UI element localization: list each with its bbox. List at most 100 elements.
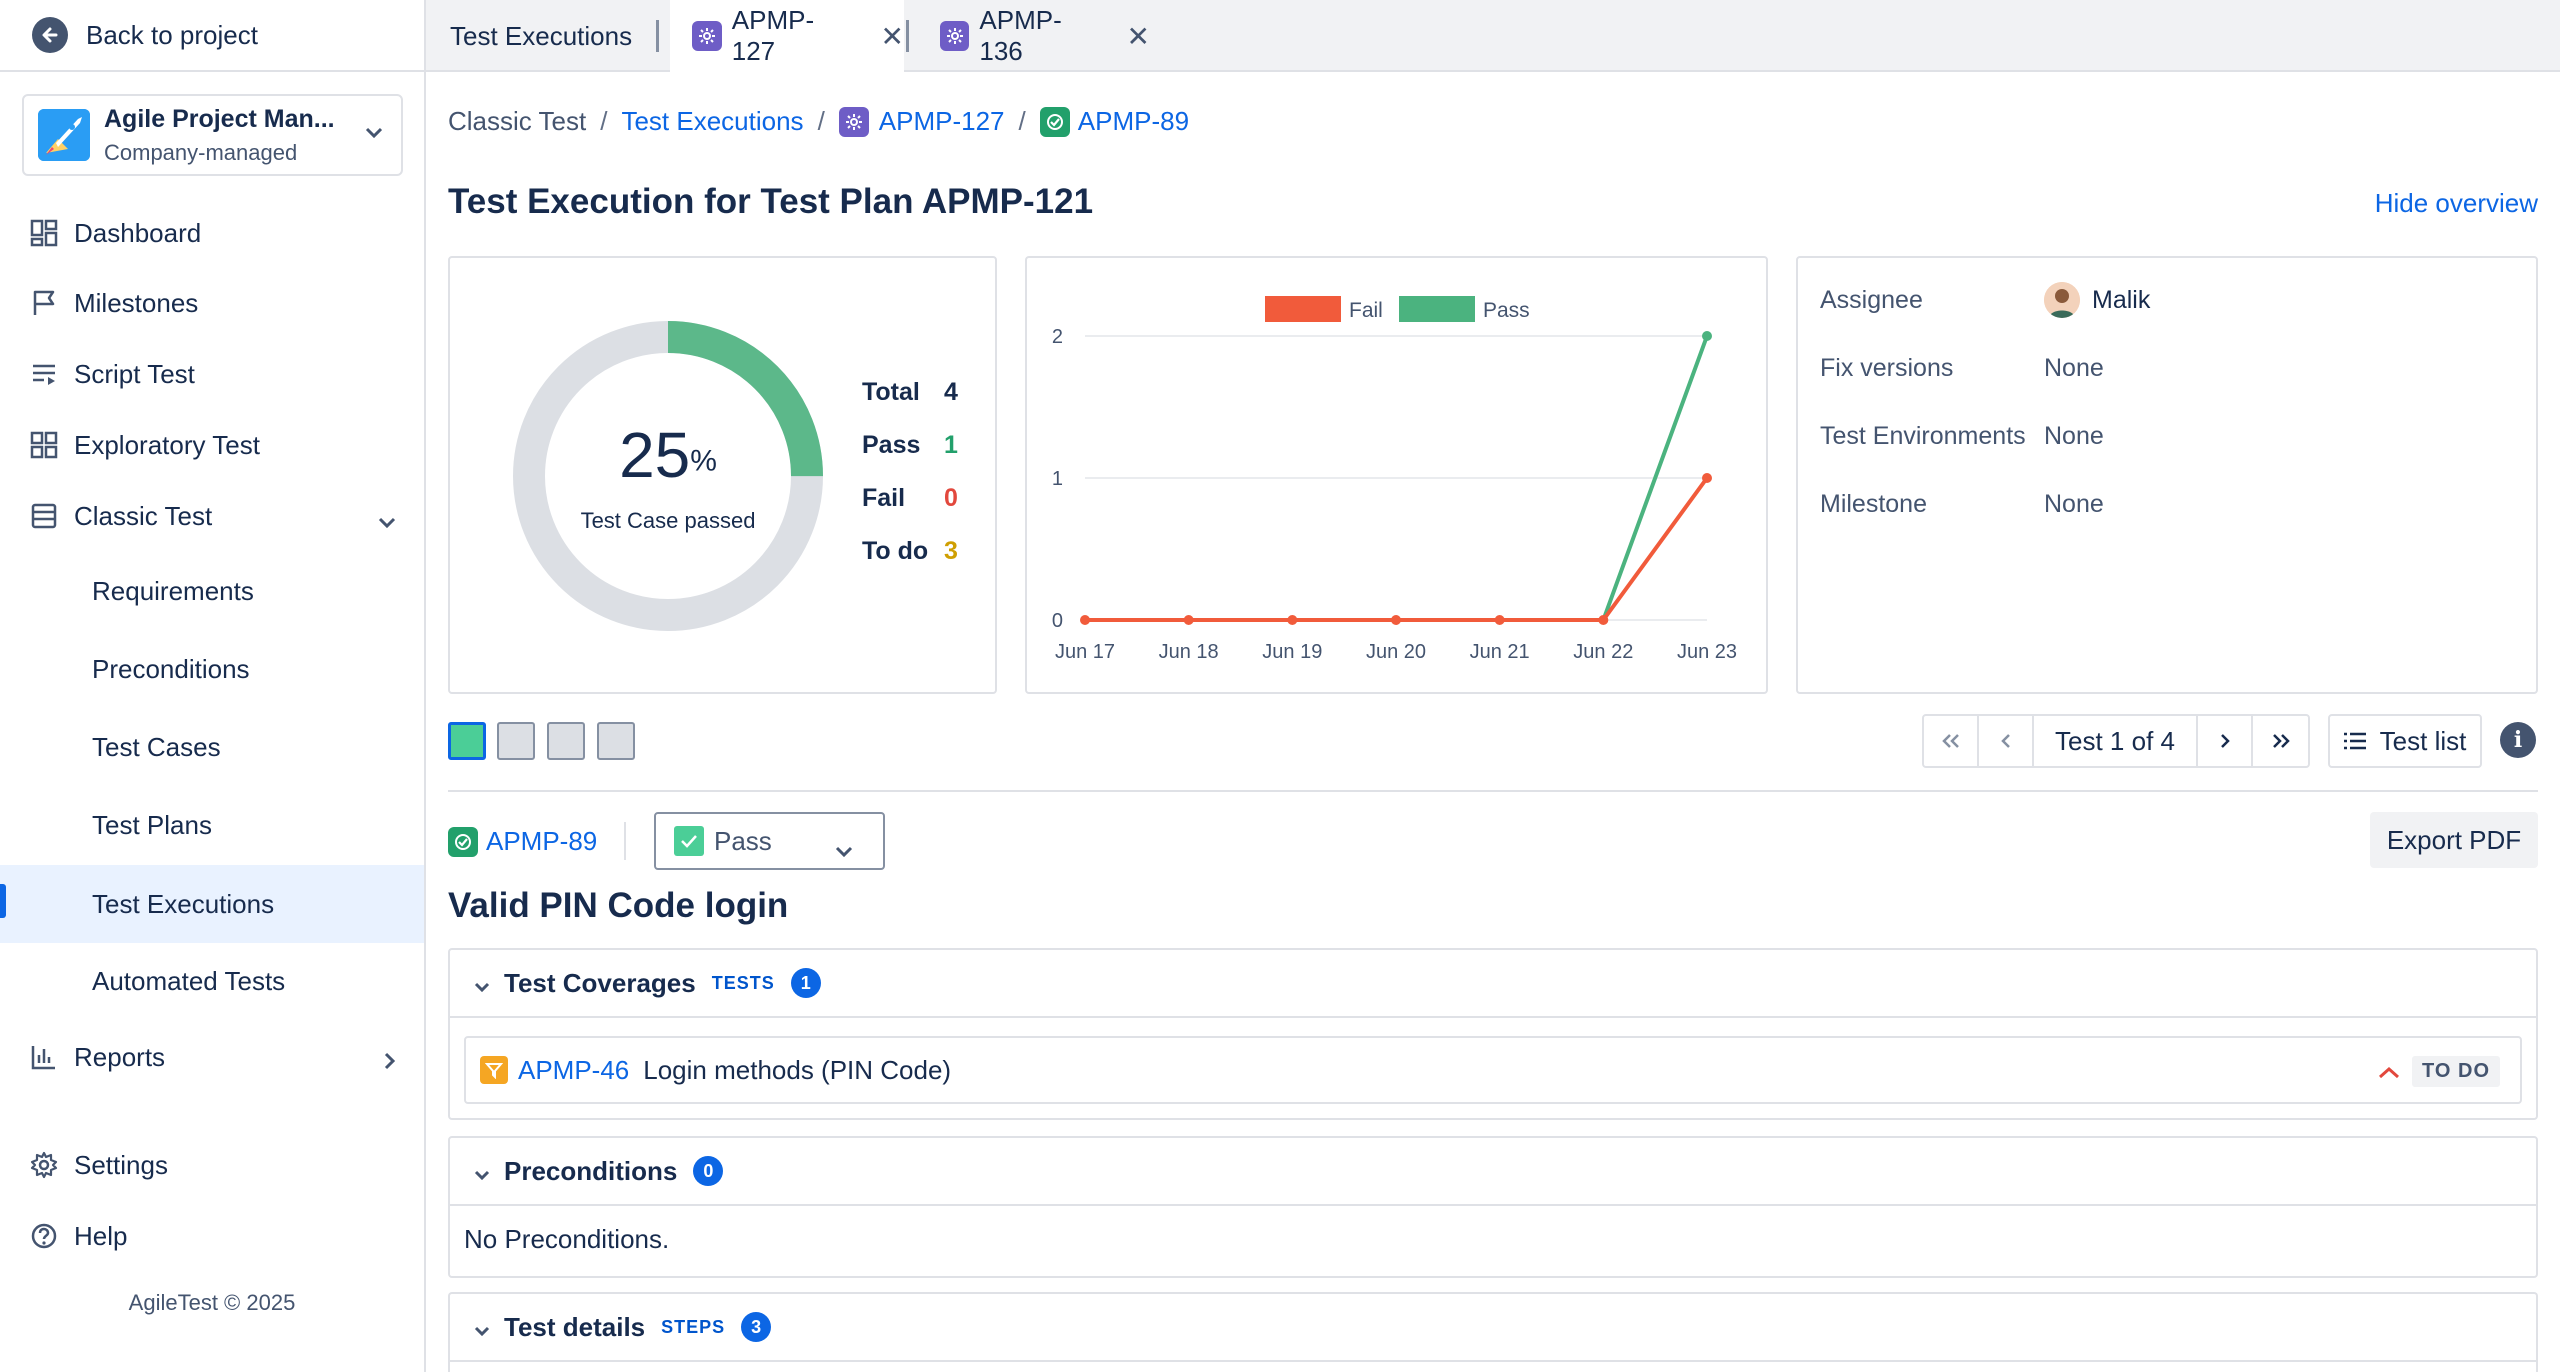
donut-center: 25% (568, 418, 768, 492)
breadcrumb-separator: / (600, 106, 608, 136)
priority-high-icon (2378, 1054, 2400, 1086)
back-to-project-link[interactable]: Back to project (0, 0, 424, 72)
preconditions-header[interactable]: Preconditions 0 (450, 1138, 2536, 1206)
test-square-1[interactable] (448, 722, 486, 760)
preconditions-section: Preconditions 0 No Preconditions. (448, 1136, 2538, 1278)
last-page-button[interactable] (2253, 716, 2308, 766)
legend-label: Fail (1349, 299, 1383, 322)
sidebar-item-label: Help (74, 1220, 128, 1251)
sidebar-item-label: Exploratory Test (74, 429, 260, 460)
sidebar-item-help[interactable]: Help (0, 1201, 424, 1271)
assignee-row: Assignee Malik (1820, 282, 2150, 318)
test-execution-icon (692, 21, 722, 51)
test-pager: Test 1 of 4 (1922, 714, 2310, 768)
milestone-value[interactable]: None (2044, 490, 2104, 519)
stat-fail: Fail 0 (862, 484, 958, 537)
export-pdf-button[interactable]: Export PDF (2370, 812, 2538, 868)
test-key-link[interactable]: APMP-89 (448, 826, 597, 857)
status-badge: TO DO (2412, 1056, 2500, 1087)
sidebar-item-test-executions[interactable]: Test Executions (0, 865, 424, 943)
requirement-icon (480, 1056, 508, 1084)
stat-value: 1 (944, 431, 958, 459)
test-list-button[interactable]: Test list (2328, 714, 2482, 768)
sidebar-item-automated-tests[interactable]: Automated Tests (0, 946, 424, 1016)
environments-row: Test Environments None (1820, 422, 2104, 451)
stat-value: 0 (944, 484, 958, 512)
page-title: Test Execution for Test Plan APMP-121 (448, 182, 1094, 221)
section-title: Test Coverages (504, 967, 696, 998)
breadcrumb-root[interactable]: Classic Test (448, 106, 586, 137)
hide-overview-link[interactable]: Hide overview (2375, 188, 2538, 219)
sidebar-item-dashboard[interactable]: Dashboard (0, 198, 424, 268)
project-switcher[interactable]: Agile Project Man... Company-managed (22, 94, 403, 176)
sidebar-item-label: Settings (74, 1149, 168, 1180)
sidebar-item-label: Script Test (74, 358, 195, 389)
test-coverages-section: Test Coverages TESTS 1 APMP-46 Login met… (448, 948, 2538, 1120)
tab-apmp-127[interactable]: APMP-127 ✕ (670, 0, 904, 72)
chevron-down-icon (835, 834, 853, 865)
tab-label: Test Executions (450, 20, 633, 51)
donut-percent-sign: % (690, 444, 717, 478)
coverage-item-key[interactable]: APMP-46 (518, 1055, 629, 1086)
help-icon (28, 1220, 60, 1252)
tab-divider (656, 20, 659, 52)
check-icon (674, 826, 704, 856)
x-tick-label: Jun 20 (1366, 641, 1426, 663)
prev-page-button[interactable] (1979, 716, 2034, 766)
sidebar-item-requirements[interactable]: Requirements (0, 556, 424, 626)
fix-versions-row: Fix versions None (1820, 354, 2104, 383)
next-page-button[interactable] (2198, 716, 2253, 766)
breadcrumb-test-executions[interactable]: Test Executions (621, 106, 803, 137)
series-line-fail (1085, 476, 1709, 622)
count-badge: 1 (790, 968, 821, 998)
y-tick-label: 0 (1052, 610, 1063, 632)
sidebar-item-label: Reports (74, 1041, 166, 1072)
section-title: Test details (504, 1311, 646, 1342)
x-tick-label: Jun 23 (1677, 641, 1737, 663)
coverage-item[interactable]: APMP-46 Login methods (PIN Code) TO DO (464, 1036, 2522, 1104)
divider (624, 822, 626, 860)
test-square-4[interactable] (597, 722, 635, 760)
status-select[interactable]: Pass (654, 812, 885, 870)
sidebar-item-classic-test[interactable]: Classic Test (0, 481, 424, 551)
sidebar-item-test-cases[interactable]: Test Cases (0, 712, 424, 782)
sidebar-item-test-plans[interactable]: Test Plans (0, 790, 424, 860)
tab-test-executions[interactable]: Test Executions (426, 0, 656, 72)
tab-apmp-136[interactable]: APMP-136 ✕ (920, 0, 1150, 72)
stats-list: Total 4 Pass 1 Fail 0 To do 3 (862, 378, 958, 590)
trend-chart-card: 0 1 2 Jun 17 Jun 18 Jun 19 Jun 20 Jun 21 Jun 22 J… (1025, 256, 1768, 694)
test-details-header[interactable]: Test details STEPS 3 (450, 1294, 2536, 1362)
tab-divider (906, 20, 909, 52)
bar-chart-icon (28, 1041, 60, 1073)
sidebar-item-preconditions[interactable]: Preconditions (0, 634, 424, 704)
fix-versions-value[interactable]: None (2044, 354, 2104, 383)
x-tick-label: Jun 17 (1055, 641, 1115, 663)
stat-value: 3 (944, 537, 958, 565)
breadcrumb-apmp-89[interactable]: APMP-89 (1078, 106, 1189, 137)
test-coverages-header[interactable]: Test Coverages TESTS 1 (450, 950, 2536, 1018)
sidebar-item-exploratory-test[interactable]: Exploratory Test (0, 410, 424, 480)
stat-total: Total 4 (862, 378, 958, 431)
environments-value[interactable]: None (2044, 422, 2104, 451)
sidebar-item-settings[interactable]: Settings (0, 1130, 424, 1200)
section-tag: STEPS (661, 1316, 726, 1337)
info-icon[interactable]: i (2500, 722, 2536, 758)
chevron-down-icon (378, 505, 396, 536)
breadcrumb-apmp-127[interactable]: APMP-127 (879, 106, 1005, 137)
status-value: Pass (714, 825, 772, 856)
sidebar-item-reports[interactable]: Reports (0, 1022, 424, 1092)
assignee-value[interactable]: Malik (2044, 282, 2150, 318)
test-square-2[interactable] (497, 722, 535, 760)
test-square-3[interactable] (547, 722, 585, 760)
tab-label: APMP-127 (731, 5, 815, 66)
assignee-name: Malik (2092, 285, 2151, 314)
sidebar-item-label: Automated Tests (92, 965, 286, 996)
sidebar-item-script-test[interactable]: Script Test (0, 339, 424, 409)
first-page-button[interactable] (1924, 716, 1979, 766)
close-icon[interactable]: ✕ (881, 20, 904, 53)
sidebar-item-milestones[interactable]: Milestones (0, 268, 424, 338)
table-icon (28, 500, 60, 532)
close-icon[interactable]: ✕ (1127, 20, 1150, 53)
project-name: Agile Project Man... (104, 104, 335, 133)
x-tick-label: Jun 22 (1573, 641, 1633, 663)
